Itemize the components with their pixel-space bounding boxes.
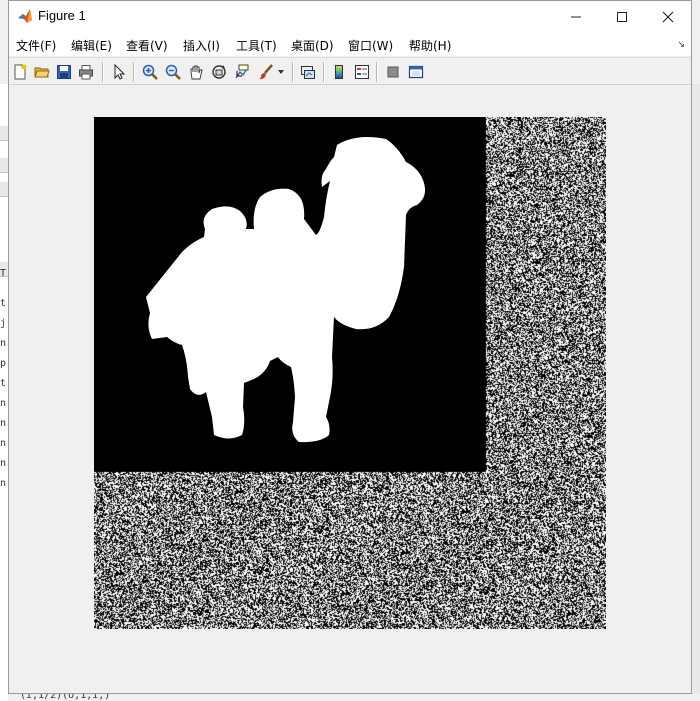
window-title: Figure 1 [38, 8, 86, 23]
hide-plot-tools-icon[interactable] [384, 63, 402, 81]
toolbar-separator [102, 62, 104, 82]
background-letter: n [0, 478, 7, 489]
data-cursor-icon[interactable] [233, 63, 251, 81]
dock-arrow-icon[interactable]: ↘ [677, 40, 685, 50]
menu-view[interactable]: 查看(V) [126, 37, 168, 54]
save-icon[interactable] [55, 63, 73, 81]
image-axes[interactable] [94, 117, 606, 629]
background-tab [0, 182, 8, 197]
show-plot-tools-icon[interactable] [407, 63, 425, 81]
menu-bar: 文件(F) 编辑(E) 查看(V) 插入(I) 工具(T) 桌面(D) 窗口(W… [9, 32, 691, 56]
figure-window: Figure 1 文件(F) 编辑(E) 查看(V) 插入(I) 工具(T) 桌… [8, 0, 692, 694]
toolbar-separator [292, 62, 294, 82]
rotate-3d-icon[interactable] [210, 63, 228, 81]
print-icon[interactable] [77, 63, 95, 81]
zoom-out-icon[interactable] [164, 63, 182, 81]
menu-desktop[interactable]: 桌面(D) [291, 37, 334, 54]
colorbar-icon[interactable] [330, 63, 348, 81]
background-window-strip [0, 84, 8, 701]
menu-file[interactable]: 文件(F) [16, 37, 56, 54]
background-letter: n [0, 458, 7, 469]
background-letter: j [0, 318, 7, 329]
toolbar-separator [133, 62, 135, 82]
brush-dropdown-icon[interactable] [276, 63, 286, 81]
background-letter: n [0, 338, 7, 349]
background-letter: t [0, 298, 7, 309]
open-file-icon[interactable] [33, 63, 51, 81]
background-tab [0, 158, 8, 173]
background-letter: n [0, 438, 7, 449]
toolbar-separator [323, 62, 325, 82]
pan-icon[interactable] [187, 63, 205, 81]
toolbar-separator [376, 62, 378, 82]
figure-toolbar [9, 57, 691, 85]
legend-icon[interactable] [353, 63, 371, 81]
new-figure-icon[interactable] [11, 63, 29, 81]
minimize-button[interactable] [553, 1, 599, 32]
background-window-right-edge [691, 84, 700, 694]
close-button[interactable] [645, 1, 691, 32]
background-tab [0, 126, 8, 141]
link-plot-icon[interactable] [299, 63, 317, 81]
menu-tools[interactable]: 工具(T) [236, 37, 277, 54]
menu-help[interactable]: 帮助(H) [409, 37, 451, 54]
camel-silhouette [146, 137, 426, 443]
maximize-button[interactable] [599, 1, 645, 32]
menu-window[interactable]: 窗口(W) [348, 37, 393, 54]
background-letter: n [0, 398, 7, 409]
pointer-icon[interactable] [110, 63, 128, 81]
background-letter: T [0, 268, 7, 279]
menu-insert[interactable]: 插入(I) [183, 37, 220, 54]
brush-icon[interactable] [257, 63, 275, 81]
background-letter: p [0, 358, 7, 369]
matlab-logo-icon [17, 8, 33, 24]
title-bar: Figure 1 [9, 1, 691, 32]
background-letter: t [0, 378, 7, 389]
menu-edit[interactable]: 编辑(E) [71, 37, 112, 54]
background-letter: n [0, 418, 7, 429]
zoom-in-icon[interactable] [141, 63, 159, 81]
